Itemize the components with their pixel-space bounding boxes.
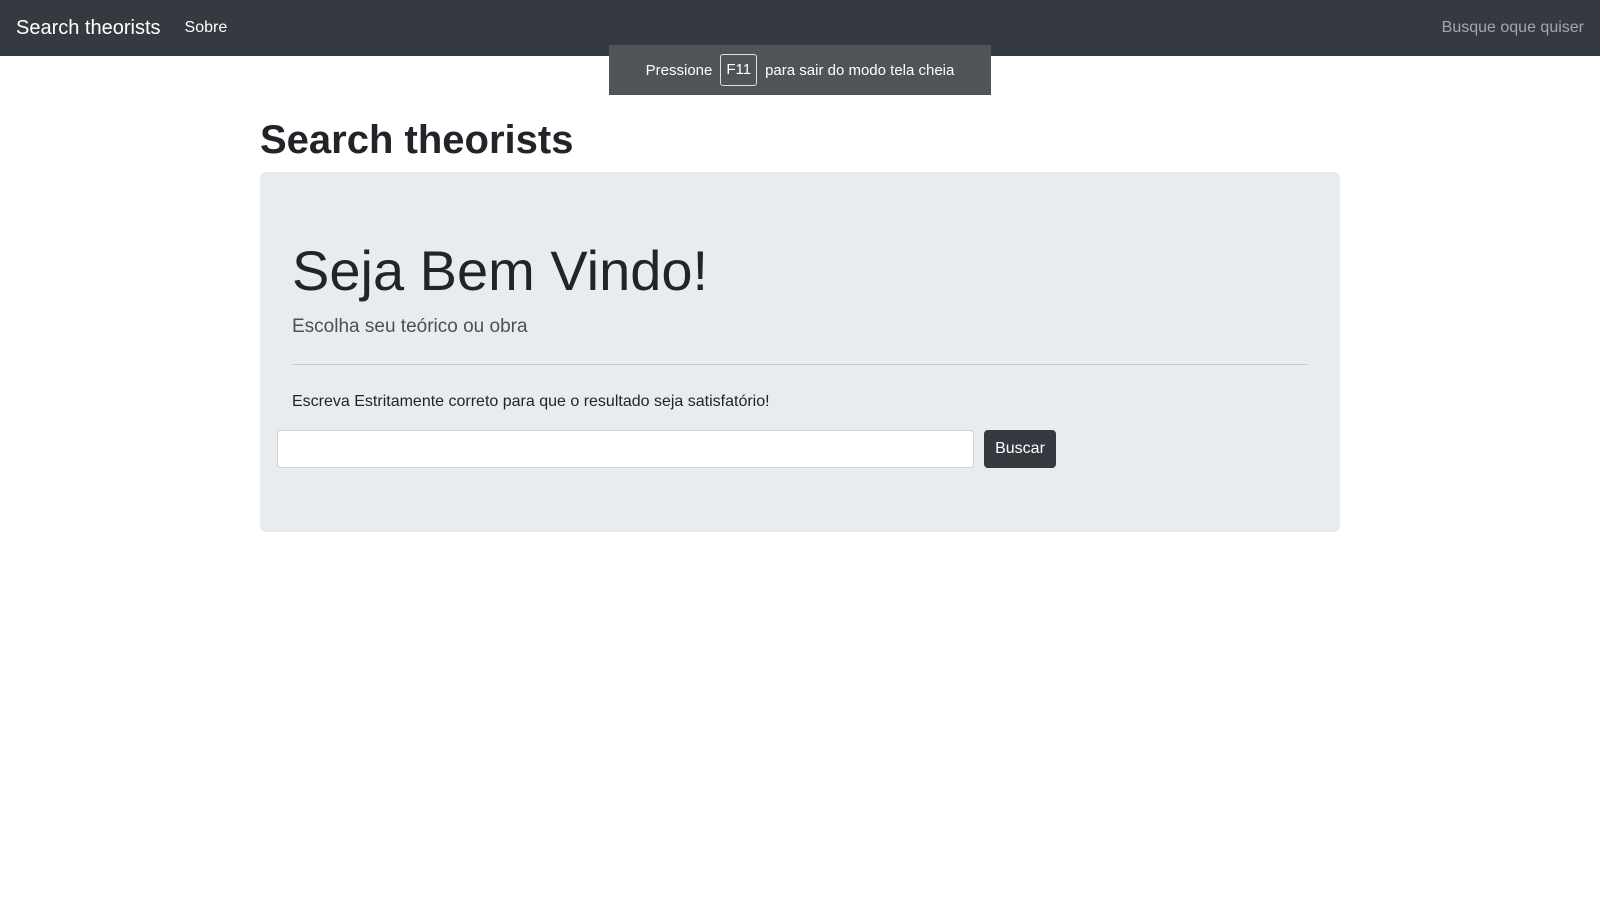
welcome-jumbotron: Seja Bem Vindo! Escolha seu teórico ou o…: [260, 172, 1340, 532]
page-title: Search theorists: [260, 118, 574, 162]
nav-link-about[interactable]: Sobre: [185, 19, 228, 37]
fullscreen-exit-notice: Pressione F11 para sair do modo tela che…: [609, 45, 991, 95]
nav-link-search-anything[interactable]: Busque oque quiser: [1442, 19, 1584, 37]
welcome-lead-text: Escolha seu teórico ou obra: [292, 316, 528, 337]
fullscreen-notice-text-after: para sair do modo tela cheia: [765, 61, 955, 79]
search-hint-text: Escreva Estritamente correto para que o …: [292, 393, 770, 410]
fullscreen-notice-text-before: Pressione: [645, 61, 713, 79]
f11-key-badge: F11: [720, 54, 758, 86]
welcome-heading: Seja Bem Vindo!: [292, 239, 709, 302]
search-button[interactable]: Buscar: [984, 430, 1056, 468]
divider: [292, 364, 1308, 365]
navbar-brand-link[interactable]: Search theorists: [16, 17, 161, 40]
search-input[interactable]: [277, 430, 974, 468]
